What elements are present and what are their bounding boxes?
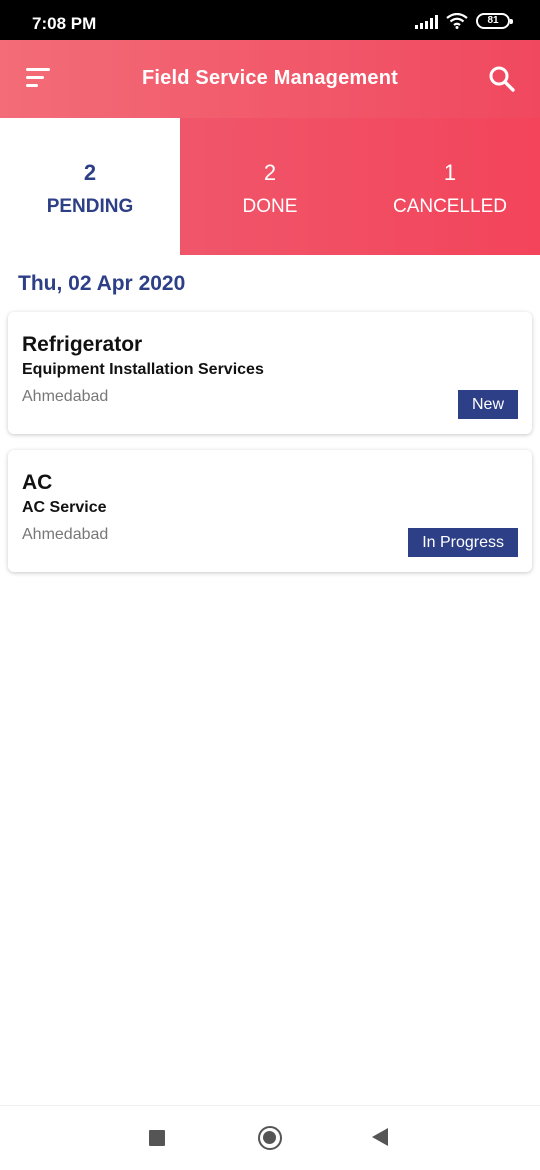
job-title: Refrigerator — [22, 333, 143, 356]
page-title: Field Service Management — [141, 67, 398, 89]
wifi-icon — [446, 13, 468, 29]
job-service: Equipment Installation Services — [22, 361, 264, 378]
status-bar: 7:08 PM 81 — [0, 0, 540, 40]
square-icon[interactable] — [149, 1130, 165, 1146]
job-card[interactable]: AC AC Service Ahmedabad In Progress — [8, 450, 532, 572]
system-nav-bar — [0, 1105, 540, 1170]
triangle-back-icon[interactable] — [372, 1128, 388, 1146]
tab-count: 1 — [443, 160, 457, 185]
job-service: AC Service — [22, 499, 107, 516]
job-location: Ahmedabad — [22, 526, 109, 543]
tab-count: 2 — [263, 160, 277, 185]
status-icons: 81 — [415, 13, 513, 29]
tab-label: DONE — [242, 196, 298, 217]
tab-done[interactable]: 2 DONE — [180, 118, 360, 255]
search-icon[interactable] — [488, 65, 516, 93]
tab-cancelled[interactable]: 1 CANCELLED — [360, 118, 540, 255]
inactive-tabs: 2 DONE 1 CANCELLED — [180, 118, 540, 255]
battery-level: 81 — [487, 15, 499, 26]
job-title: AC — [22, 471, 53, 494]
tab-label: PENDING — [46, 196, 134, 217]
tab-label: CANCELLED — [392, 196, 508, 217]
status-time: 7:08 PM — [32, 14, 97, 33]
signal-icon — [415, 15, 438, 29]
circle-icon[interactable] — [258, 1126, 282, 1150]
job-location: Ahmedabad — [22, 388, 109, 405]
tab-count: 2 — [83, 160, 97, 185]
battery-icon: 81 — [476, 13, 513, 29]
status-badge: In Progress — [408, 528, 518, 557]
app-bar: Field Service Management — [0, 40, 540, 118]
job-card[interactable]: Refrigerator Equipment Installation Serv… — [8, 312, 532, 434]
status-badge: New — [457, 390, 518, 419]
status-tabs: 2 PENDING 2 DONE 1 CANCELLED — [0, 118, 540, 255]
date-heading: Thu, 02 Apr 2020 — [18, 272, 186, 295]
tab-pending[interactable]: 2 PENDING — [0, 118, 180, 255]
